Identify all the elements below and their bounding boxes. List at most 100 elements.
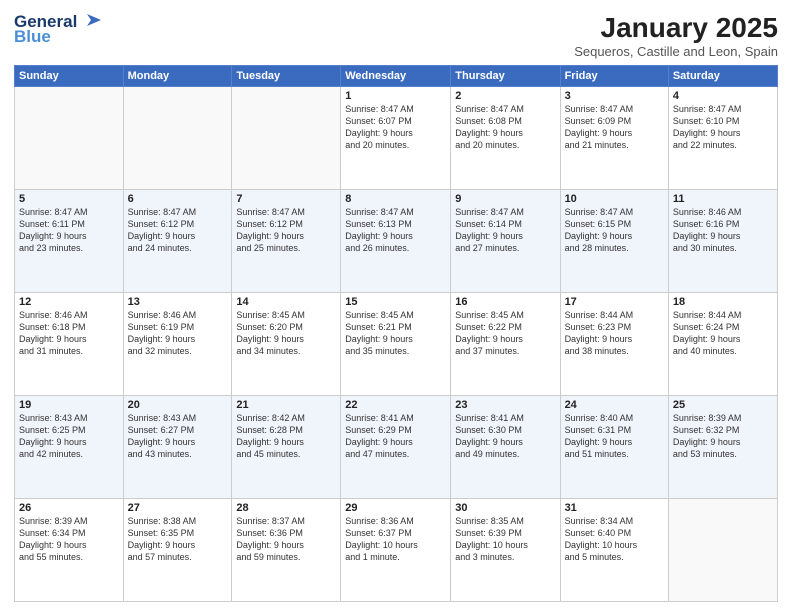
day-info: Sunrise: 8:47 AM Sunset: 6:14 PM Dayligh… (455, 206, 555, 255)
day-number: 15 (345, 296, 446, 308)
day-number: 12 (19, 296, 119, 308)
week-row-1: 1Sunrise: 8:47 AM Sunset: 6:07 PM Daylig… (15, 87, 778, 190)
day-info: Sunrise: 8:46 AM Sunset: 6:16 PM Dayligh… (673, 206, 773, 255)
calendar-cell: 22Sunrise: 8:41 AM Sunset: 6:29 PM Dayli… (341, 396, 451, 499)
calendar-cell: 25Sunrise: 8:39 AM Sunset: 6:32 PM Dayli… (668, 396, 777, 499)
day-info: Sunrise: 8:44 AM Sunset: 6:24 PM Dayligh… (673, 309, 773, 358)
calendar-cell: 9Sunrise: 8:47 AM Sunset: 6:14 PM Daylig… (451, 190, 560, 293)
day-number: 26 (19, 502, 119, 514)
day-number: 18 (673, 296, 773, 308)
day-info: Sunrise: 8:45 AM Sunset: 6:20 PM Dayligh… (236, 309, 336, 358)
logo-bird-icon (79, 12, 101, 30)
day-number: 25 (673, 399, 773, 411)
calendar-cell: 11Sunrise: 8:46 AM Sunset: 6:16 PM Dayli… (668, 190, 777, 293)
calendar-cell (15, 87, 124, 190)
calendar-cell: 14Sunrise: 8:45 AM Sunset: 6:20 PM Dayli… (232, 293, 341, 396)
calendar-cell: 20Sunrise: 8:43 AM Sunset: 6:27 PM Dayli… (123, 396, 232, 499)
calendar-cell: 8Sunrise: 8:47 AM Sunset: 6:13 PM Daylig… (341, 190, 451, 293)
calendar-cell: 15Sunrise: 8:45 AM Sunset: 6:21 PM Dayli… (341, 293, 451, 396)
title-block: January 2025 Sequeros, Castille and Leon… (574, 12, 778, 59)
day-number: 22 (345, 399, 446, 411)
day-number: 13 (128, 296, 228, 308)
calendar-cell: 17Sunrise: 8:44 AM Sunset: 6:23 PM Dayli… (560, 293, 668, 396)
day-info: Sunrise: 8:47 AM Sunset: 6:10 PM Dayligh… (673, 103, 773, 152)
calendar-cell: 13Sunrise: 8:46 AM Sunset: 6:19 PM Dayli… (123, 293, 232, 396)
calendar-cell: 2Sunrise: 8:47 AM Sunset: 6:08 PM Daylig… (451, 87, 560, 190)
day-info: Sunrise: 8:47 AM Sunset: 6:07 PM Dayligh… (345, 103, 446, 152)
day-number: 1 (345, 90, 446, 102)
day-number: 31 (565, 502, 664, 514)
calendar-cell: 12Sunrise: 8:46 AM Sunset: 6:18 PM Dayli… (15, 293, 124, 396)
location: Sequeros, Castille and Leon, Spain (574, 44, 778, 59)
calendar-table: SundayMondayTuesdayWednesdayThursdayFrid… (14, 65, 778, 602)
weekday-header-thursday: Thursday (451, 66, 560, 87)
day-info: Sunrise: 8:47 AM Sunset: 6:15 PM Dayligh… (565, 206, 664, 255)
day-info: Sunrise: 8:41 AM Sunset: 6:29 PM Dayligh… (345, 412, 446, 461)
calendar-cell: 3Sunrise: 8:47 AM Sunset: 6:09 PM Daylig… (560, 87, 668, 190)
day-info: Sunrise: 8:46 AM Sunset: 6:18 PM Dayligh… (19, 309, 119, 358)
day-number: 30 (455, 502, 555, 514)
calendar-cell: 6Sunrise: 8:47 AM Sunset: 6:12 PM Daylig… (123, 190, 232, 293)
header: General Blue January 2025 Sequeros, Cast… (14, 12, 778, 59)
month-title: January 2025 (574, 12, 778, 44)
day-info: Sunrise: 8:41 AM Sunset: 6:30 PM Dayligh… (455, 412, 555, 461)
weekday-header-wednesday: Wednesday (341, 66, 451, 87)
day-number: 21 (236, 399, 336, 411)
day-number: 10 (565, 193, 664, 205)
day-number: 24 (565, 399, 664, 411)
day-info: Sunrise: 8:47 AM Sunset: 6:13 PM Dayligh… (345, 206, 446, 255)
day-number: 3 (565, 90, 664, 102)
day-number: 6 (128, 193, 228, 205)
calendar-cell (232, 87, 341, 190)
day-number: 11 (673, 193, 773, 205)
day-info: Sunrise: 8:39 AM Sunset: 6:34 PM Dayligh… (19, 515, 119, 564)
day-info: Sunrise: 8:47 AM Sunset: 6:11 PM Dayligh… (19, 206, 119, 255)
day-number: 14 (236, 296, 336, 308)
day-number: 9 (455, 193, 555, 205)
day-info: Sunrise: 8:47 AM Sunset: 6:09 PM Dayligh… (565, 103, 664, 152)
weekday-header-saturday: Saturday (668, 66, 777, 87)
week-row-4: 19Sunrise: 8:43 AM Sunset: 6:25 PM Dayli… (15, 396, 778, 499)
calendar-cell: 30Sunrise: 8:35 AM Sunset: 6:39 PM Dayli… (451, 499, 560, 602)
day-info: Sunrise: 8:40 AM Sunset: 6:31 PM Dayligh… (565, 412, 664, 461)
day-info: Sunrise: 8:39 AM Sunset: 6:32 PM Dayligh… (673, 412, 773, 461)
calendar-cell: 16Sunrise: 8:45 AM Sunset: 6:22 PM Dayli… (451, 293, 560, 396)
day-number: 23 (455, 399, 555, 411)
calendar-cell: 4Sunrise: 8:47 AM Sunset: 6:10 PM Daylig… (668, 87, 777, 190)
page: General Blue January 2025 Sequeros, Cast… (0, 0, 792, 612)
day-number: 28 (236, 502, 336, 514)
day-number: 2 (455, 90, 555, 102)
day-info: Sunrise: 8:37 AM Sunset: 6:36 PM Dayligh… (236, 515, 336, 564)
day-number: 5 (19, 193, 119, 205)
day-info: Sunrise: 8:34 AM Sunset: 6:40 PM Dayligh… (565, 515, 664, 564)
day-info: Sunrise: 8:47 AM Sunset: 6:12 PM Dayligh… (128, 206, 228, 255)
calendar-cell: 5Sunrise: 8:47 AM Sunset: 6:11 PM Daylig… (15, 190, 124, 293)
day-info: Sunrise: 8:43 AM Sunset: 6:27 PM Dayligh… (128, 412, 228, 461)
calendar-cell: 23Sunrise: 8:41 AM Sunset: 6:30 PM Dayli… (451, 396, 560, 499)
day-info: Sunrise: 8:45 AM Sunset: 6:22 PM Dayligh… (455, 309, 555, 358)
calendar-cell: 19Sunrise: 8:43 AM Sunset: 6:25 PM Dayli… (15, 396, 124, 499)
weekday-header-monday: Monday (123, 66, 232, 87)
day-info: Sunrise: 8:36 AM Sunset: 6:37 PM Dayligh… (345, 515, 446, 564)
day-info: Sunrise: 8:46 AM Sunset: 6:19 PM Dayligh… (128, 309, 228, 358)
weekday-header-row: SundayMondayTuesdayWednesdayThursdayFrid… (15, 66, 778, 87)
calendar-cell: 28Sunrise: 8:37 AM Sunset: 6:36 PM Dayli… (232, 499, 341, 602)
day-number: 19 (19, 399, 119, 411)
weekday-header-tuesday: Tuesday (232, 66, 341, 87)
day-number: 4 (673, 90, 773, 102)
week-row-5: 26Sunrise: 8:39 AM Sunset: 6:34 PM Dayli… (15, 499, 778, 602)
calendar-cell: 10Sunrise: 8:47 AM Sunset: 6:15 PM Dayli… (560, 190, 668, 293)
day-number: 8 (345, 193, 446, 205)
day-info: Sunrise: 8:38 AM Sunset: 6:35 PM Dayligh… (128, 515, 228, 564)
day-number: 16 (455, 296, 555, 308)
logo: General Blue (14, 12, 101, 47)
day-number: 17 (565, 296, 664, 308)
calendar-cell: 1Sunrise: 8:47 AM Sunset: 6:07 PM Daylig… (341, 87, 451, 190)
weekday-header-sunday: Sunday (15, 66, 124, 87)
day-info: Sunrise: 8:45 AM Sunset: 6:21 PM Dayligh… (345, 309, 446, 358)
calendar-cell: 31Sunrise: 8:34 AM Sunset: 6:40 PM Dayli… (560, 499, 668, 602)
day-number: 7 (236, 193, 336, 205)
day-number: 27 (128, 502, 228, 514)
day-info: Sunrise: 8:43 AM Sunset: 6:25 PM Dayligh… (19, 412, 119, 461)
calendar-cell: 18Sunrise: 8:44 AM Sunset: 6:24 PM Dayli… (668, 293, 777, 396)
